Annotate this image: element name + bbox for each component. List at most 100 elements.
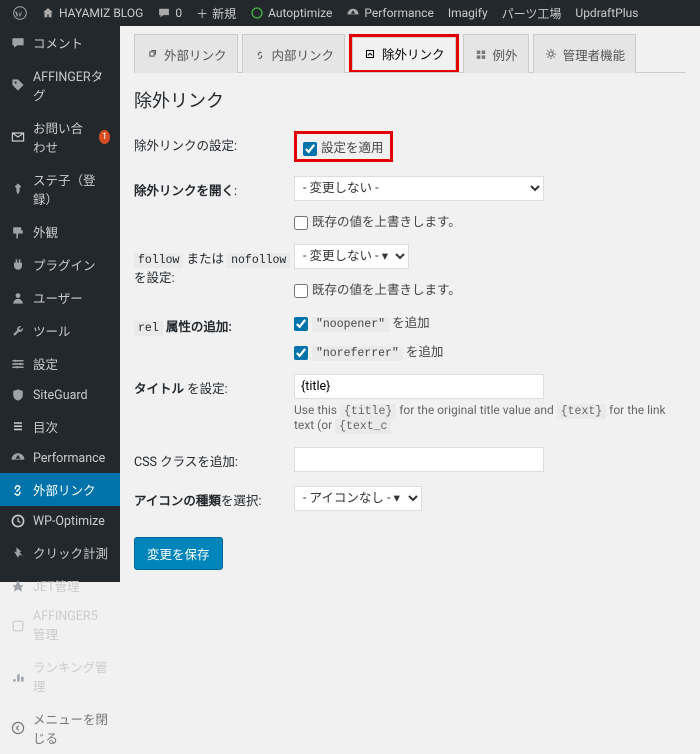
row-follow: follow または nofollow を設定: - 変更しない - ▾ 既存の… bbox=[134, 244, 686, 298]
parts[interactable]: パーツ工場 bbox=[495, 0, 569, 26]
tab-3[interactable]: 例外 bbox=[463, 34, 529, 73]
content-area: 外部リンク内部リンク除外リンク例外管理者機能 除外リンク 除外リンクの設定: 設… bbox=[120, 26, 700, 584]
sidebar-item-label: ツール bbox=[33, 321, 71, 340]
open-select[interactable]: - 変更しない - bbox=[294, 176, 544, 201]
icon-select[interactable]: - アイコンなし - ▾ bbox=[294, 486, 422, 511]
new-content[interactable]: ＋新規 bbox=[189, 0, 243, 26]
imagify[interactable]: Imagify bbox=[441, 0, 495, 26]
sidebar-item-15[interactable]: JET管理 bbox=[0, 569, 120, 602]
css-input[interactable] bbox=[294, 447, 544, 472]
paint-icon bbox=[10, 224, 26, 240]
sidebar-item-6[interactable]: ユーザー bbox=[0, 281, 120, 314]
sidebar-item-7[interactable]: ツール bbox=[0, 314, 120, 347]
row-icon: アイコンの種類を選択: - アイコンなし - ▾ bbox=[134, 486, 686, 511]
noopener-label[interactable]: "noopener" を追加 bbox=[294, 316, 430, 331]
apply-checkbox-label[interactable]: 設定を適用 bbox=[303, 141, 384, 156]
updraftplus[interactable]: UpdraftPlus bbox=[568, 0, 645, 26]
label-apply: 除外リンクの設定: bbox=[134, 131, 294, 154]
sidebar-item-18[interactable]: メニューを閉じる bbox=[0, 702, 120, 754]
sidebar-item-14[interactable]: クリック計測 bbox=[0, 536, 120, 569]
sliders-icon bbox=[10, 356, 26, 372]
performance[interactable]: Performance bbox=[339, 0, 440, 26]
row-apply: 除外リンクの設定: 設定を適用 bbox=[134, 131, 686, 162]
home-icon bbox=[41, 6, 55, 20]
title-input[interactable] bbox=[294, 374, 544, 399]
sidebar-item-4[interactable]: 外観 bbox=[0, 215, 120, 248]
sidebar-item-label: お問い合わせ bbox=[33, 118, 92, 156]
sidebar-item-label: ランキング管理 bbox=[33, 657, 110, 695]
open-overwrite-checkbox[interactable] bbox=[294, 216, 308, 230]
site-name-label: HAYAMIZ BLOG bbox=[59, 6, 143, 20]
sidebar-item-label: メニューを閉じる bbox=[33, 709, 110, 747]
tab-icon bbox=[145, 47, 159, 61]
sidebar-item-5[interactable]: プラグイン bbox=[0, 248, 120, 281]
admin-sidebar: コメント AFFINGERタグお問い合わせ 1 ステ子（登録） 外観プラグインユーザーツ… bbox=[0, 26, 120, 582]
noreferrer-label[interactable]: "noreferrer" を追加 bbox=[294, 345, 443, 360]
tab-1[interactable]: 内部リンク bbox=[242, 34, 346, 73]
sidebar-item-2[interactable]: お問い合わせ 1 bbox=[0, 111, 120, 163]
highlight-apply: 設定を適用 bbox=[294, 131, 393, 162]
title-hint: Use this {title} for the original title … bbox=[294, 403, 686, 433]
follow-overwrite-label[interactable]: 既存の値を上書きします。 bbox=[294, 283, 461, 298]
comments-count[interactable]: 0 bbox=[150, 0, 189, 26]
sidebar-item-13[interactable]: WP-Optimize bbox=[0, 506, 120, 536]
sidebar-item-label: ステ子（登録） bbox=[33, 170, 110, 208]
mail-icon bbox=[10, 129, 26, 145]
save-button[interactable]: 変更を保存 bbox=[134, 537, 223, 570]
tab-icon bbox=[474, 47, 488, 61]
open-overwrite-label[interactable]: 既存の値を上書きします。 bbox=[294, 215, 461, 230]
sidebar-item-label: 外観 bbox=[33, 222, 58, 241]
row-rel: rel 属性の追加: "noopener" を追加 "noreferrer" を… bbox=[134, 312, 686, 360]
sidebar-item-label: WP-Optimize bbox=[33, 514, 105, 529]
noreferrer-checkbox[interactable] bbox=[294, 346, 308, 360]
sidebar-item-0[interactable]: コメント bbox=[0, 26, 120, 59]
gauge-icon bbox=[346, 6, 360, 20]
sidebar-item-label: プラグイン bbox=[33, 255, 96, 274]
noopener-checkbox[interactable] bbox=[294, 317, 308, 331]
sidebar-item-12[interactable]: 外部リンク bbox=[0, 473, 120, 506]
sidebar-item-label: ユーザー bbox=[33, 288, 83, 307]
sidebar-item-16[interactable]: AFFINGER5 管理 bbox=[0, 602, 120, 650]
sidebar-item-17[interactable]: ランキング管理 bbox=[0, 650, 120, 702]
opt-icon bbox=[10, 513, 26, 529]
tab-2[interactable]: 除外リンク bbox=[352, 37, 456, 70]
tab-icon bbox=[253, 47, 267, 61]
a5-icon bbox=[10, 618, 26, 634]
plus-icon: ＋ bbox=[196, 5, 208, 22]
sidebar-item-label: AFFINGERタグ bbox=[33, 66, 110, 104]
jet-icon bbox=[10, 578, 26, 594]
rank-icon bbox=[10, 668, 26, 684]
sidebar-item-label: クリック計測 bbox=[33, 543, 108, 562]
tag-icon bbox=[10, 77, 26, 93]
sidebar-item-9[interactable]: SiteGuard bbox=[0, 380, 120, 410]
sidebar-item-label: AFFINGER5 管理 bbox=[33, 609, 110, 643]
tab-0[interactable]: 外部リンク bbox=[134, 34, 238, 73]
pin-icon bbox=[10, 181, 26, 197]
label-open: 除外リンクを開く: bbox=[134, 176, 294, 199]
follow-overwrite-checkbox[interactable] bbox=[294, 284, 308, 298]
autoptimize[interactable]: Autoptimize bbox=[243, 0, 339, 26]
link-icon bbox=[10, 482, 26, 498]
label-css: CSS クラスを追加: bbox=[134, 447, 294, 470]
row-css: CSS クラスを追加: bbox=[134, 447, 686, 472]
row-title: タイトル を設定: Use this {title} for the origi… bbox=[134, 374, 686, 433]
apply-checkbox[interactable] bbox=[303, 142, 317, 156]
site-name[interactable]: HAYAMIZ BLOG bbox=[34, 0, 150, 26]
sidebar-item-1[interactable]: AFFINGERタグ bbox=[0, 59, 120, 111]
nav-tabs: 外部リンク内部リンク除外リンク例外管理者機能 bbox=[134, 34, 686, 73]
sidebar-item-label: Performance bbox=[33, 451, 105, 466]
wrench-icon bbox=[10, 323, 26, 339]
wp-logo[interactable] bbox=[6, 0, 34, 26]
sidebar-item-3[interactable]: ステ子（登録） bbox=[0, 163, 120, 215]
sidebar-item-10[interactable]: 目次 bbox=[0, 410, 120, 443]
comment-icon bbox=[157, 6, 171, 20]
follow-select[interactable]: - 変更しない - ▾ bbox=[294, 244, 409, 269]
collapse-icon bbox=[10, 720, 26, 736]
click-icon bbox=[10, 545, 26, 561]
comment-icon bbox=[10, 35, 26, 51]
tab-4[interactable]: 管理者機能 bbox=[533, 34, 637, 73]
plug-icon bbox=[10, 257, 26, 273]
sidebar-item-11[interactable]: Performance bbox=[0, 443, 120, 473]
sidebar-item-8[interactable]: 設定 bbox=[0, 347, 120, 380]
badge: 1 bbox=[99, 130, 110, 144]
